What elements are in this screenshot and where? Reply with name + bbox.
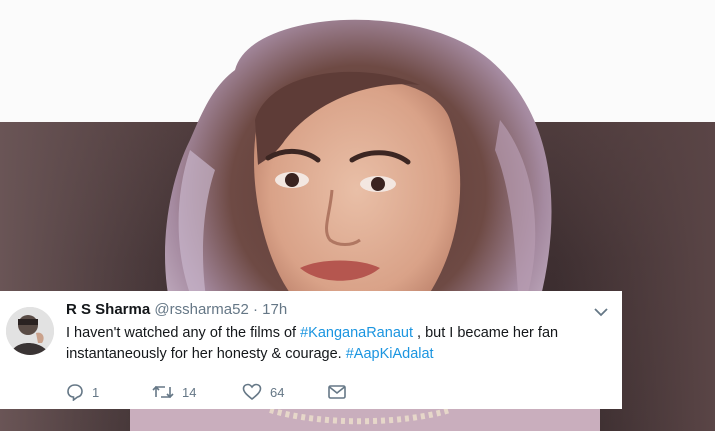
envelope-icon [328, 385, 346, 399]
hashtag-link-aapkiadalat[interactable]: #AapKiAdalat [346, 346, 434, 362]
tweet-card[interactable]: R S Sharma @rssharma52 · 17h I haven't w… [0, 291, 622, 409]
avatar[interactable] [6, 307, 54, 355]
header-separator: · [252, 301, 258, 318]
reply-button[interactable]: 1 [66, 382, 99, 402]
author-handle[interactable]: @rssharma52 [154, 301, 248, 318]
avatar-image [6, 307, 54, 355]
tweet-text-part1: I haven't watched any of the films of [66, 325, 301, 341]
author-name[interactable]: R S Sharma [66, 301, 150, 318]
heart-icon [242, 383, 262, 401]
tweet-actions: 1 14 64 [66, 382, 486, 402]
like-count: 64 [270, 384, 285, 400]
chevron-down-icon[interactable] [594, 307, 608, 317]
hashtag-link-kanganaranaut[interactable]: #KanganaRanaut [300, 325, 413, 341]
reply-count: 1 [92, 384, 100, 400]
reply-icon [67, 384, 83, 401]
like-button[interactable]: 64 [242, 382, 284, 402]
retweet-count: 14 [182, 384, 197, 400]
tweet-text: I haven't watched any of the films of #K… [66, 323, 606, 365]
retweet-button[interactable]: 14 [152, 382, 196, 402]
retweet-icon [152, 385, 174, 399]
direct-message-button[interactable] [328, 382, 346, 402]
tweet-header: R S Sharma @rssharma52 · 17h [66, 301, 287, 318]
tweet-timestamp[interactable]: 17h [262, 301, 287, 318]
